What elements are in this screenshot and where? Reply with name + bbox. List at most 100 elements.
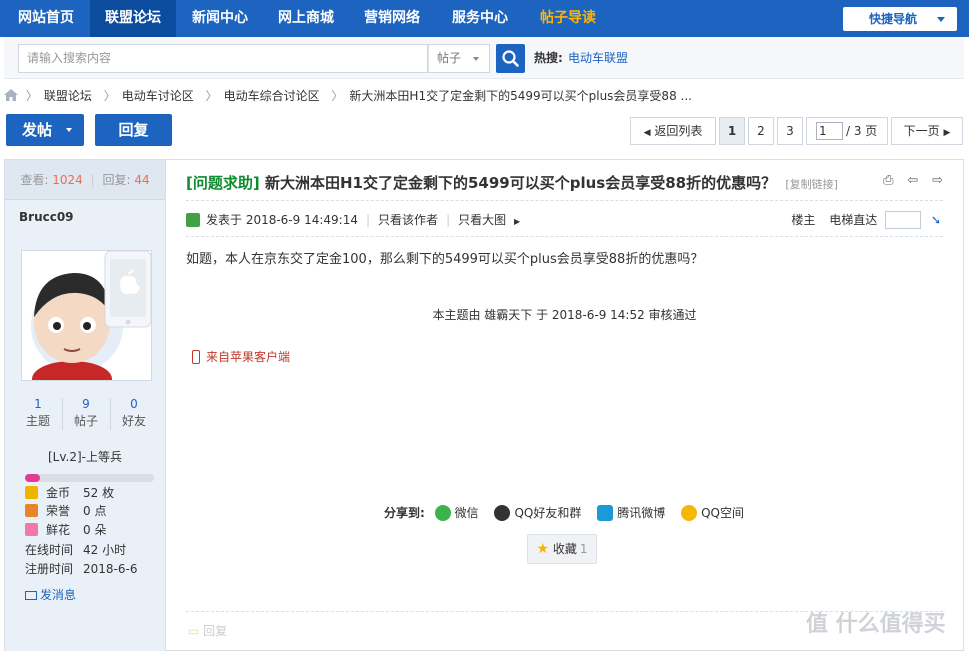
watermark: 值 什么值得买: [806, 612, 946, 637]
stat-threads[interactable]: 1 主题: [15, 396, 61, 430]
back-to-list-button[interactable]: ◀ 返回列表: [630, 117, 716, 145]
star-icon: ★: [536, 541, 550, 557]
coin-icon: [25, 486, 38, 499]
share-qzone-label: QQ空间: [701, 506, 744, 520]
page-1[interactable]: 1: [719, 117, 745, 145]
breadcrumb-general[interactable]: 电动车综合讨论区: [224, 89, 320, 103]
search-button[interactable]: [496, 44, 525, 73]
favorite-button[interactable]: ★ 收藏 1: [527, 534, 597, 564]
online-status-icon: [186, 213, 200, 227]
share-qq[interactable]: QQ好友和群: [494, 505, 582, 521]
favorite-count: 1: [579, 542, 588, 556]
post-content: 如题，本人在京东交了定金100，那么剩下的5499可以买个plus会员享受88折…: [186, 252, 704, 267]
big-image-link[interactable]: 只看大图: [458, 213, 506, 227]
avatar-image: [22, 251, 151, 380]
stat-friends[interactable]: 0 好友: [111, 396, 157, 430]
tag-bracket-close: ]: [252, 174, 260, 192]
prev-thread-icon[interactable]: ⇦: [907, 173, 918, 188]
nav-home[interactable]: 网站首页: [6, 0, 86, 37]
search-icon: [502, 50, 519, 67]
post-container: 查看: 1024 | 回复: 44 Brucc09 1 主题 9 帖子 0 好友…: [4, 159, 964, 651]
next-page-label: 下一页: [903, 124, 940, 138]
author-name[interactable]: Brucc09: [19, 210, 74, 224]
search-input[interactable]: 请输入搜索内容: [18, 44, 428, 73]
go-arrow-icon[interactable]: ➘: [931, 213, 941, 227]
only-author-link[interactable]: 只看该作者: [378, 213, 438, 227]
home-icon[interactable]: [4, 89, 18, 101]
post-title: [问题求助] 新大洲本田H1交了定金剩下的5499可以买个plus会员享受88折…: [186, 172, 838, 193]
medal-icon: [25, 504, 38, 517]
level-progress-bar: [25, 474, 154, 482]
info-registered: 注册时间 2018-6-6: [25, 560, 137, 578]
breadcrumb-forum[interactable]: 联盟论坛: [44, 89, 92, 103]
post-title-text: 新大洲本田H1交了定金剩下的5499可以买个plus会员享受88折的优惠吗？: [264, 174, 777, 192]
stat-posts-label: 帖子: [73, 414, 98, 428]
share-tencent-weibo[interactable]: 腾讯微博: [597, 505, 666, 521]
elevator-label: 电梯直达: [829, 213, 878, 227]
stat-posts[interactable]: 9 帖子: [63, 396, 109, 430]
nav-forum[interactable]: 联盟论坛: [90, 0, 176, 37]
info-registered-label: 注册时间: [25, 562, 74, 576]
share-weibo-label: 腾讯微博: [617, 506, 666, 520]
next-thread-icon[interactable]: ⇨: [932, 173, 943, 188]
share-label: 分享到:: [384, 506, 425, 520]
breadcrumb-separator: 〉: [331, 89, 344, 103]
search-category-label: 帖子: [437, 51, 462, 65]
post-meta: 发表于 2018-6-9 14:49:14 | 只看该作者 | 只看大图 ▶: [186, 210, 520, 230]
author-stats: 1 主题 9 帖子 0 好友: [15, 396, 155, 432]
print-icon[interactable]: ⎙: [883, 173, 893, 188]
top-nav: 网站首页 联盟论坛 新闻中心 网上商城 营销网络 服务中心 帖子导读 快捷导航: [0, 0, 969, 37]
info-registered-value: 2018-6-6: [83, 562, 138, 576]
qq-icon: [494, 505, 511, 521]
next-page-button[interactable]: 下一页 ▶: [891, 117, 963, 145]
favorite-label: 收藏: [552, 542, 577, 556]
search-category-select[interactable]: 帖子: [428, 44, 490, 73]
floor-jump-input[interactable]: [885, 211, 922, 229]
chevron-down-icon: [937, 17, 945, 22]
share-qq-label: QQ好友和群: [514, 506, 582, 520]
page-2[interactable]: 2: [748, 117, 774, 145]
info-honor-label: 荣誉: [46, 504, 71, 518]
stat-threads-value: 1: [34, 397, 42, 411]
nav-sales[interactable]: 营销网络: [352, 0, 432, 37]
post-tag[interactable]: 问题求助: [193, 174, 253, 192]
info-honor: 荣誉 0 点: [25, 502, 106, 520]
back-to-list-label: 返回列表: [654, 124, 703, 138]
flower-icon: [25, 523, 38, 536]
nav-news[interactable]: 新闻中心: [180, 0, 260, 37]
breadcrumb: 〉联盟论坛 〉电动车讨论区 〉电动车综合讨论区 〉新大洲本田H1交了定金剩下的5…: [4, 86, 696, 106]
info-coins-value: 52 枚: [83, 486, 115, 500]
caret-left-icon: ◀: [643, 128, 651, 138]
share-qzone[interactable]: QQ空间: [681, 505, 744, 521]
share-wechat-label: 微信: [454, 506, 479, 520]
page-3[interactable]: 3: [777, 117, 803, 145]
info-flowers-label: 鲜花: [46, 523, 71, 537]
nav-shop[interactable]: 网上商城: [266, 0, 346, 37]
nav-guide[interactable]: 帖子导读: [528, 0, 608, 37]
quick-nav-button[interactable]: 快捷导航: [843, 7, 957, 31]
title-tools: ⎙ ⇦ ⇨: [873, 173, 943, 188]
client-source[interactable]: 来自苹果客户端: [192, 348, 290, 365]
send-message-link[interactable]: 发消息: [25, 586, 76, 603]
client-source-label: 来自苹果客户端: [206, 350, 291, 364]
nav-service[interactable]: 服务中心: [438, 0, 522, 37]
info-online-value: 42 小时: [83, 543, 127, 557]
stat-friends-label: 好友: [121, 414, 146, 428]
hot-search-link[interactable]: 电动车联盟: [568, 44, 628, 73]
breadcrumb-separator: 〉: [103, 89, 116, 103]
info-flowers-value: 0 朵: [83, 523, 107, 537]
page-jump-input[interactable]: 1: [816, 122, 843, 140]
copy-link[interactable]: [复制链接]: [785, 178, 838, 191]
avatar[interactable]: [21, 250, 152, 381]
breadcrumb-ebike[interactable]: 电动车讨论区: [122, 89, 194, 103]
info-coins-label: 金币: [46, 486, 71, 500]
stat-posts-value: 9: [82, 397, 90, 411]
share-bar: 分享到: 微信 QQ好友和群 腾讯微博 QQ空间: [384, 504, 756, 521]
views-label: 查看:: [20, 173, 49, 187]
new-post-button[interactable]: 发帖: [6, 114, 84, 146]
reply-button[interactable]: 回复: [95, 114, 172, 146]
share-wechat[interactable]: 微信: [434, 505, 479, 521]
replies-count: 44: [134, 173, 150, 187]
thread-stats: 查看: 1024 | 回复: 44: [5, 160, 165, 200]
reply-link[interactable]: ▭ 回复: [188, 622, 227, 639]
